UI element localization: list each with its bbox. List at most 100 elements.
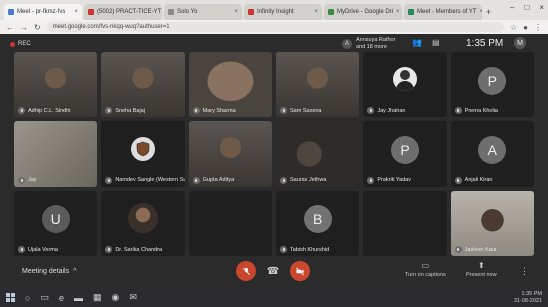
back-icon[interactable]: ← [6, 23, 14, 32]
window-controls: – □ × [510, 3, 544, 12]
participant-tile[interactable]: P Prerna Kholia [450, 52, 534, 118]
participant-tile[interactable] [188, 190, 272, 256]
participant-name-tag: Anjali Kiran [454, 176, 492, 184]
system-tray[interactable]: 1:35 PM 31-08-2021 [514, 291, 542, 305]
participant-tile[interactable]: Sam Saxena [276, 52, 360, 118]
participant-tile[interactable]: Mary Sharma [188, 52, 272, 118]
present-now-button[interactable]: ⬆ Present now [466, 261, 497, 278]
close-tab-icon[interactable]: × [396, 9, 400, 15]
mic-icon [454, 176, 462, 184]
mail-icon[interactable]: ✉ [129, 292, 137, 303]
captions-icon: ▭ [421, 261, 430, 270]
folder-icon[interactable]: ▬ [74, 293, 83, 303]
windows-start-icon[interactable] [6, 293, 15, 302]
close-window-icon[interactable]: × [539, 3, 544, 12]
presenter-avatar: A [342, 39, 352, 49]
participant-tile[interactable]: Jasleen Kaur [450, 190, 534, 256]
participant-initial-avatar: A [478, 136, 507, 165]
participant-name: Jay [28, 177, 37, 184]
browser-tab[interactable]: Infinity Insight × [244, 4, 322, 20]
browser-tab[interactable]: MyDrive - Google Dri × [324, 4, 402, 20]
participant-tile[interactable] [363, 190, 447, 256]
participant-tile[interactable]: Adhip C.L. Sindhi [14, 52, 98, 118]
camera-toggle-button[interactable] [290, 261, 310, 281]
tab-label: MyDrive - Google Dri [337, 9, 394, 15]
participant-tile[interactable]: Dr. Sarika Chandra [101, 190, 185, 256]
url-input[interactable]: meet.google.com/fvs-nkqq-wuq?authuser=1 [46, 22, 504, 32]
recording-dot-icon [10, 41, 15, 47]
profile-icon[interactable]: ● [523, 23, 528, 32]
browser-tab-meet[interactable]: Meet - pr-fkmz-fvs × [4, 4, 82, 20]
minimize-icon[interactable]: – [510, 3, 514, 12]
meeting-details-button[interactable]: Meeting details ^ [22, 268, 76, 275]
participant-name-tag: Dr. Sarika Chandra [105, 246, 162, 253]
meet-favicon-icon [408, 9, 414, 15]
participant-name: Jay Jhahan [377, 107, 406, 114]
mic-icon [105, 107, 113, 115]
participant-name: Mary Sharma [202, 107, 236, 114]
taskbar: ○ ▭ e ▬ ▦ ◉ ✉ 1:35 PM 31-08-2021 [0, 288, 548, 307]
user-avatar[interactable]: M [514, 37, 526, 49]
close-tab-icon[interactable]: × [314, 9, 318, 15]
mic-icon [454, 107, 462, 115]
mic-icon [192, 176, 200, 184]
captions-label: Turn on captions [405, 272, 446, 278]
close-tab-icon[interactable]: × [480, 9, 482, 15]
participant-name: Dr. Sarika Chandra [115, 246, 163, 253]
participant-tile[interactable]: Gupta Aditya [188, 121, 272, 187]
participant-tile[interactable]: Jay Jhahan [363, 52, 447, 118]
close-tab-icon[interactable]: × [74, 9, 78, 15]
mic-icon [454, 246, 462, 253]
participant-name: Prerna Kholia [464, 107, 498, 114]
presenter-chip[interactable]: A Annsuya Rathor and 18 more [342, 37, 406, 51]
browser-tab-strip: Meet - pr-fkmz-fvs × (5002) PRACT-TICE-Y… [0, 0, 548, 20]
participant-tile[interactable]: Jay [14, 121, 98, 187]
forward-icon[interactable]: → [20, 23, 28, 32]
chrome-icon[interactable]: ◉ [111, 292, 119, 303]
tab-label: Infinity Insight [257, 9, 294, 15]
participant-tile[interactable]: A Anjali Kiran [450, 121, 534, 187]
participant-tile[interactable]: U Ujala Verma [14, 190, 98, 256]
participant-tile[interactable]: P Prakriti Yadav [363, 121, 447, 187]
participant-tile[interactable]: Namdev Sangle (Western Sub..) [101, 121, 185, 187]
menu-icon[interactable]: ⋮ [534, 23, 542, 32]
tab-label: (5002) PRACT-TICE-YT [97, 9, 162, 15]
people-icon[interactable]: 👥 [412, 38, 422, 47]
leave-call-button[interactable]: ☎ [263, 261, 283, 281]
task-view-icon[interactable]: ▭ [40, 292, 49, 303]
mic-toggle-button[interactable] [236, 261, 256, 281]
reload-icon[interactable]: ↻ [34, 23, 41, 32]
mic-icon [18, 246, 25, 253]
edge-icon[interactable]: e [59, 293, 64, 303]
participant-grid: Adhip C.L. Sindhi Sneha Bajaj Mary Sharma S… [14, 52, 534, 256]
shield-emblem-icon [130, 136, 155, 161]
new-tab-button[interactable]: + [486, 7, 491, 17]
participant-name: Adhip C.L. Sindhi [28, 107, 71, 114]
participant-initial-avatar: P [478, 66, 507, 95]
participant-name-tag: Ujala Verma [18, 246, 58, 253]
tab-label: Meet - Members of YT [417, 9, 477, 15]
search-icon[interactable]: ○ [25, 293, 30, 303]
mic-off-icon [242, 267, 250, 275]
star-icon[interactable]: ☆ [510, 23, 517, 32]
mic-icon [280, 246, 287, 253]
more-options-icon[interactable]: ⋮ [520, 266, 529, 277]
participant-tile[interactable]: B Tabish Khurshid [276, 190, 360, 256]
meet-top-icons: 👥 ▤ [412, 38, 440, 47]
participant-name-tag: Sam Saxena [280, 107, 322, 115]
maximize-icon[interactable]: □ [524, 3, 529, 12]
participant-name-tag: Tabish Khurshid [280, 246, 329, 253]
chat-icon[interactable]: ▤ [432, 38, 440, 47]
meeting-details-label: Meeting details [22, 268, 70, 275]
browser-tab[interactable]: Solo Yo × [164, 4, 242, 20]
participant-name-tag: Prakriti Yadav [367, 176, 411, 184]
close-tab-icon[interactable]: × [234, 9, 238, 15]
participant-tile[interactable]: Saurav Jethwa [276, 121, 360, 187]
participant-tile[interactable]: Sneha Bajaj [101, 52, 185, 118]
participant-photo-avatar [127, 203, 158, 234]
participant-initial-avatar: U [41, 205, 70, 234]
browser-tab[interactable]: Meet - Members of YT × [404, 4, 482, 20]
store-icon[interactable]: ▦ [93, 292, 102, 303]
browser-tab[interactable]: (5002) PRACT-TICE-YT × [84, 4, 162, 20]
captions-button[interactable]: ▭ Turn on captions [405, 261, 446, 278]
